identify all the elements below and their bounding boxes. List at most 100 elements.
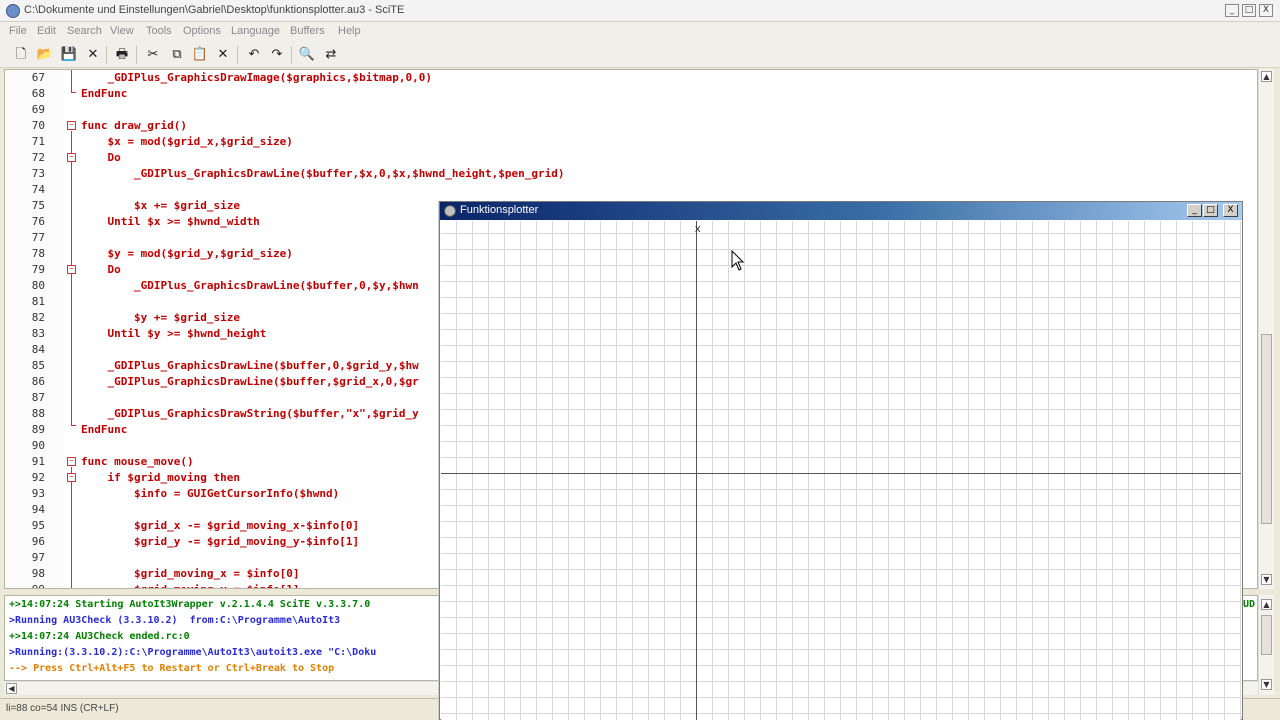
code-text: _GDIPlus_GraphicsDrawLine($buffer,0,$gri… (81, 359, 419, 372)
code-text: _GDIPlus_GraphicsDrawImage($graphics,$bi… (81, 71, 432, 84)
replace-icon[interactable]: ⇄ (322, 46, 340, 64)
close-file-icon[interactable]: ✕ (84, 46, 102, 64)
title-bar: C:\Dokumente und Einstellungen\Gabriel\D… (0, 0, 1280, 22)
plotter-app-icon[interactable] (444, 205, 456, 217)
code-text: _GDIPlus_GraphicsDrawLine($buffer,$grid_… (81, 375, 419, 388)
code-text: _GDIPlus_GraphicsDrawString($buffer,"x",… (81, 407, 419, 420)
code-text: Do (81, 151, 121, 164)
save-icon[interactable]: 💾 (60, 46, 78, 64)
output-right-fragment: UD (1243, 599, 1256, 610)
close-button[interactable]: X (1259, 4, 1273, 17)
code-line[interactable]: 69 (5, 102, 1255, 118)
scroll-down-arrow-icon[interactable]: ▼ (1261, 679, 1272, 690)
status-text: li=88 co=54 INS (CR+LF) (6, 703, 119, 714)
code-line[interactable]: 67 _GDIPlus_GraphicsDrawImage($graphics,… (5, 70, 1255, 86)
menu-bar: File Edit Search View Tools Options Lang… (0, 22, 1280, 42)
scroll-up-arrow-icon[interactable]: ▲ (1261, 599, 1272, 610)
line-number: 68 (31, 87, 45, 100)
scite-app-icon[interactable] (6, 4, 20, 18)
code-text: EndFunc (81, 87, 128, 100)
fold-end-marker (71, 425, 76, 426)
code-line[interactable]: 73 _GDIPlus_GraphicsDrawLine($buffer,$x,… (5, 166, 1255, 182)
output-vertical-scrollbar[interactable]: ▲ ▼ (1258, 595, 1274, 695)
new-file-icon[interactable]: 🗋 (12, 46, 30, 64)
line-number: 75 (31, 199, 45, 212)
menu-buffers[interactable]: Buffers (290, 25, 325, 37)
output-line: +>14:07:24 AU3Check ended.rc:0 (9, 631, 190, 642)
plotter-minimize-button[interactable]: _ (1187, 204, 1202, 217)
line-number: 94 (31, 503, 45, 516)
output-line: +>14:07:24 Starting AutoIt3Wrapper v.2.1… (9, 599, 371, 610)
code-text: $grid_moving_y = $info[1] (81, 582, 300, 588)
print-icon[interactable]: 🖶 (113, 46, 131, 64)
menu-file[interactable]: File (9, 25, 27, 37)
code-line[interactable]: 70 func draw_grid() (5, 118, 1255, 134)
delete-icon[interactable]: ✕ (214, 46, 232, 64)
code-text: $grid_y -= $grid_moving_y-$info[1] (81, 535, 360, 548)
cut-icon[interactable]: ✂ (144, 46, 162, 64)
menu-view[interactable]: View (110, 25, 134, 37)
scroll-left-arrow-icon[interactable]: ◀ (6, 683, 17, 694)
plot-canvas[interactable]: x (441, 221, 1241, 720)
fold-collapse-icon[interactable]: − (67, 121, 76, 130)
scroll-thumb[interactable] (1261, 334, 1272, 524)
redo-icon[interactable]: ↷ (268, 46, 286, 64)
line-number: 91 (31, 455, 45, 468)
window-title: C:\Dokumente und Einstellungen\Gabriel\D… (24, 4, 405, 16)
open-folder-icon[interactable]: 📂 (36, 46, 54, 64)
code-line[interactable]: 71 $x = mod($grid_x,$grid_size) (5, 134, 1255, 150)
copy-icon[interactable]: ⧉ (168, 46, 186, 64)
line-number: 82 (31, 311, 45, 324)
line-number: 76 (31, 215, 45, 228)
code-line[interactable]: 72 Do (5, 150, 1255, 166)
fold-collapse-icon[interactable]: − (67, 457, 76, 466)
scroll-thumb[interactable] (1261, 615, 1272, 655)
menu-options[interactable]: Options (183, 25, 221, 37)
fold-line (71, 467, 72, 588)
toolbar-separator (291, 46, 292, 64)
line-number: 74 (31, 183, 45, 196)
line-number: 70 (31, 119, 45, 132)
fold-collapse-icon[interactable]: − (67, 473, 76, 482)
menu-language[interactable]: Language (231, 25, 280, 37)
fold-collapse-icon[interactable]: − (67, 265, 76, 274)
menu-edit[interactable]: Edit (37, 25, 56, 37)
code-line[interactable]: 68 EndFunc (5, 86, 1255, 102)
menu-help[interactable]: Help (338, 25, 361, 37)
code-text: func mouse_move() (81, 455, 194, 468)
line-number: 69 (31, 103, 45, 116)
line-number: 92 (31, 471, 45, 484)
plotter-maximize-button[interactable]: □ (1203, 204, 1218, 217)
line-number: 96 (31, 535, 45, 548)
plotter-title-bar[interactable]: Funktionsplotter _ □ X (440, 202, 1242, 220)
editor-vertical-scrollbar[interactable]: ▲ ▼ (1258, 69, 1274, 589)
line-number: 88 (31, 407, 45, 420)
line-number: 67 (31, 71, 45, 84)
plotter-close-button[interactable]: X (1223, 204, 1238, 217)
toolbar-separator (106, 46, 107, 64)
code-line[interactable]: 74 (5, 182, 1255, 198)
fold-line (71, 131, 72, 425)
output-line: >Running:(3.3.10.2):C:\Programme\AutoIt3… (9, 647, 377, 658)
fold-collapse-icon[interactable]: − (67, 153, 76, 162)
line-number: 98 (31, 567, 45, 580)
code-text: Until $x >= $hwnd_width (81, 215, 260, 228)
minimize-button[interactable]: _ (1225, 4, 1239, 17)
scroll-down-arrow-icon[interactable]: ▼ (1261, 574, 1272, 585)
paste-icon[interactable]: 📋 (191, 46, 209, 64)
find-icon[interactable]: 🔍 (298, 46, 316, 64)
code-text: if $grid_moving then (81, 471, 240, 484)
menu-search[interactable]: Search (67, 25, 102, 37)
maximize-button[interactable]: □ (1242, 4, 1256, 17)
menu-tools[interactable]: Tools (146, 25, 172, 37)
code-text: EndFunc (81, 423, 128, 436)
toolbar-separator (237, 46, 238, 64)
plotter-window[interactable]: Funktionsplotter _ □ X x (439, 201, 1243, 720)
scroll-up-arrow-icon[interactable]: ▲ (1261, 71, 1272, 82)
code-text: Until $y >= $hwnd_height (81, 327, 267, 340)
toolbar: 🗋 📂 💾 ✕ 🖶 ✂ ⧉ 📋 ✕ ↶ ↷ 🔍 ⇄ (0, 42, 1280, 68)
code-text: $grid_moving_x = $info[0] (81, 567, 300, 580)
undo-icon[interactable]: ↶ (245, 46, 263, 64)
code-text: func draw_grid() (81, 119, 187, 132)
line-number: 95 (31, 519, 45, 532)
